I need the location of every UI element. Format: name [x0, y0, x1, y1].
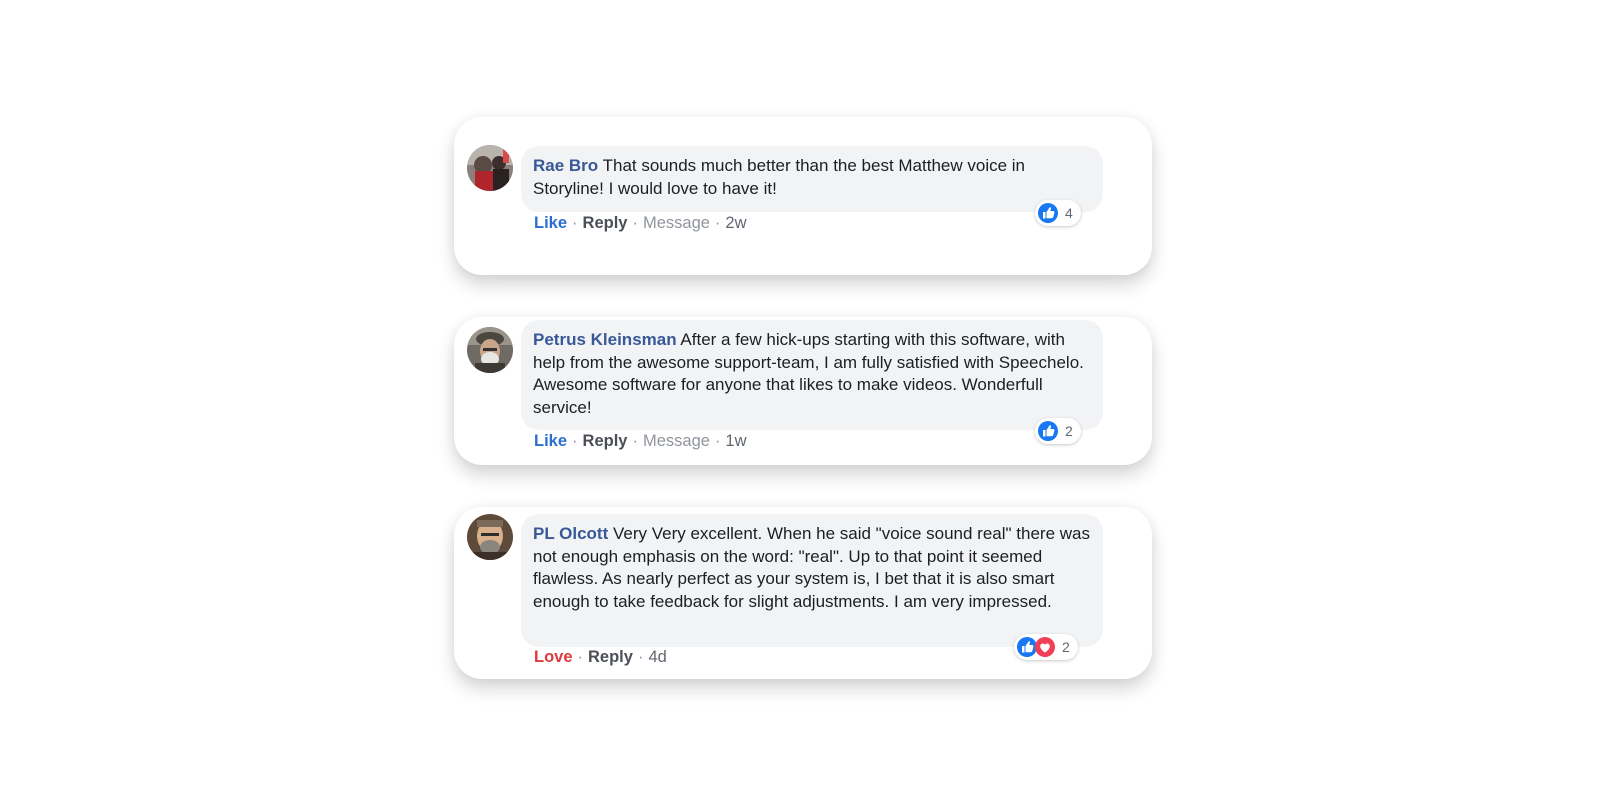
avatar[interactable]: [467, 145, 513, 191]
comment-author[interactable]: PL Olcott: [533, 524, 608, 543]
reply-action[interactable]: Reply: [583, 432, 628, 450]
reactions-badge[interactable]: 4: [1035, 200, 1081, 226]
comment-bubble: PL Olcott Very Very excellent. When he s…: [521, 514, 1103, 647]
avatar-image: [467, 327, 513, 373]
separator: ·: [572, 214, 578, 232]
like-icon: [1037, 420, 1059, 442]
comment-text: Very Very excellent. When he said "voice…: [533, 524, 1090, 611]
comment-actions: Like · Reply · Message · 2w: [534, 214, 747, 233]
reaction-count: 2: [1062, 639, 1070, 655]
avatar-image: [467, 145, 513, 191]
timestamp[interactable]: 4d: [648, 648, 666, 666]
like-icon: [1037, 202, 1059, 224]
avatar[interactable]: [467, 514, 513, 560]
separator: ·: [714, 432, 721, 450]
reactions-badge[interactable]: 2: [1035, 418, 1081, 444]
comments-stage: Rae Bro That sounds much better than the…: [0, 0, 1600, 800]
reaction-count: 4: [1065, 205, 1073, 221]
separator: ·: [632, 432, 638, 450]
reply-action[interactable]: Reply: [583, 214, 628, 232]
comment-card: PL Olcott Very Very excellent. When he s…: [454, 507, 1152, 679]
separator: ·: [637, 648, 644, 666]
comment-actions: Like · Reply · Message · 1w: [534, 432, 747, 451]
message-action[interactable]: Message: [643, 214, 710, 232]
comment-text: That sounds much better than the best Ma…: [533, 156, 1026, 198]
timestamp[interactable]: 1w: [725, 432, 746, 450]
love-icon: [1034, 636, 1056, 658]
reactions-badge[interactable]: 2: [1014, 634, 1078, 660]
message-action[interactable]: Message: [643, 432, 710, 450]
timestamp[interactable]: 2w: [725, 214, 746, 232]
separator: ·: [572, 432, 578, 450]
comment-bubble: Rae Bro That sounds much better than the…: [521, 146, 1103, 212]
comment-author[interactable]: Rae Bro: [533, 156, 598, 175]
like-action[interactable]: Like: [534, 214, 567, 232]
separator: ·: [577, 648, 584, 666]
avatar-image: [467, 514, 513, 560]
avatar[interactable]: [467, 327, 513, 373]
like-action[interactable]: Like: [534, 432, 567, 450]
separator: ·: [714, 214, 721, 232]
comment-bubble: Petrus Kleinsman After a few hick-ups st…: [521, 320, 1103, 430]
reaction-count: 2: [1065, 423, 1073, 439]
comment-card: Petrus Kleinsman After a few hick-ups st…: [454, 317, 1152, 465]
comment-card: Rae Bro That sounds much better than the…: [454, 117, 1152, 275]
reply-action[interactable]: Reply: [588, 648, 633, 666]
comment-actions: Love · Reply · 4d: [534, 648, 667, 667]
love-action[interactable]: Love: [534, 648, 573, 666]
separator: ·: [632, 214, 638, 232]
comment-author[interactable]: Petrus Kleinsman: [533, 330, 677, 349]
